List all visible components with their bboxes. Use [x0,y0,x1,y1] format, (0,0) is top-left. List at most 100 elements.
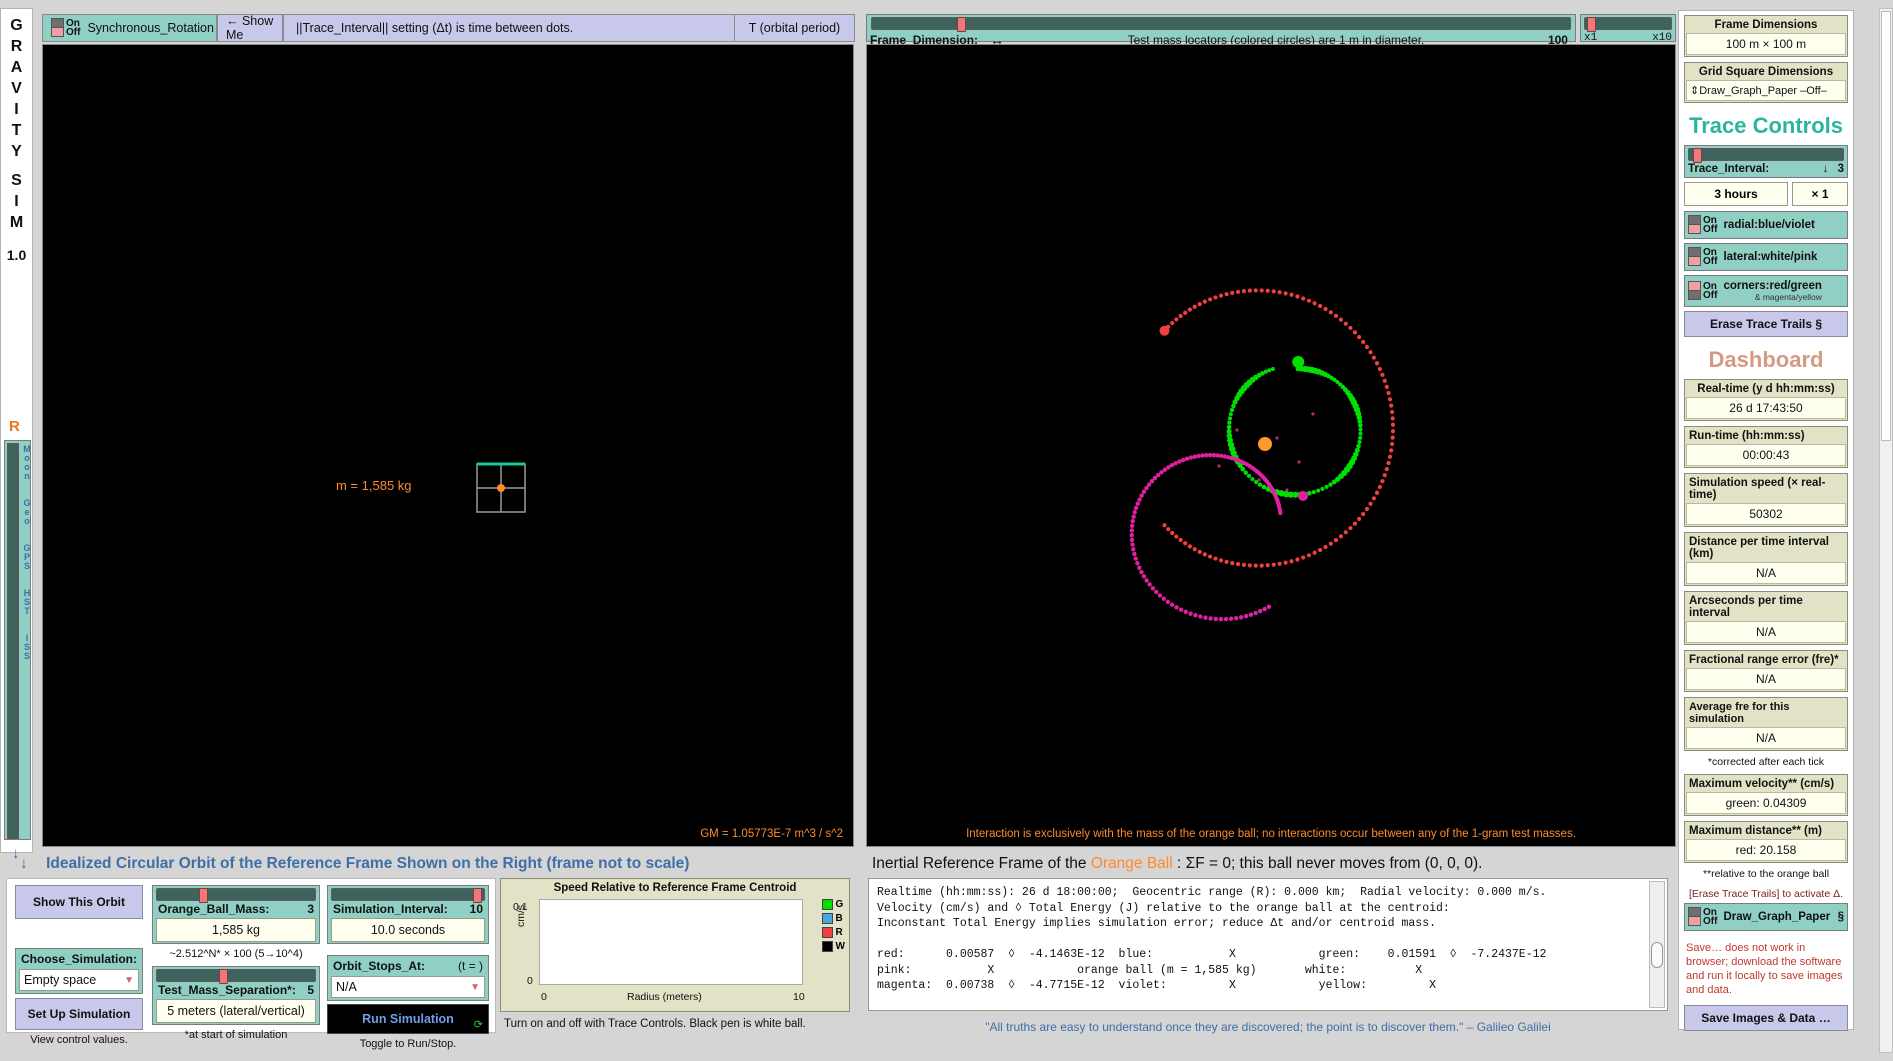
trace-interval-slider[interactable] [1688,148,1844,163]
inertial-frame-note: Interaction is exclusively with the mass… [966,828,1576,840]
trace-interval-thumb[interactable] [1693,148,1702,163]
dashboard-value: 26 d 17:43:50 [1686,397,1846,419]
orange-ball-mass-slider[interactable] [156,888,316,903]
chart-title: Speed Relative to Reference Frame Centro… [553,882,797,894]
frame-dimension-slider[interactable] [871,17,1571,32]
reference-frame-viewport[interactable]: m = 1,585 kg GM = 1.05773E-7 m^3 / s^2 [42,44,854,847]
dashboard-value: N/A [1686,621,1846,643]
trace-toggle-corners-label: corners:red/green [1723,279,1822,292]
save-warning: Save… does not work in browser; download… [1686,942,1843,996]
test-mass-separation-control[interactable]: Test_Mass_Separation*: 5 5 meters (later… [152,966,320,1025]
trace-toggle-lateral[interactable]: On Off lateral:white/pink [1684,243,1848,271]
orange-ball-mass-thumb[interactable] [199,888,208,903]
trace-interval-label: Trace_Interval: [1688,163,1770,175]
show-this-orbit-button[interactable]: Show This Orbit [15,885,143,919]
choose-simulation-label: Choose_Simulation: [21,952,138,966]
test-mass-separation-thumb[interactable] [219,969,228,984]
simulation-interval-control[interactable]: Simulation_Interval: 10 10.0 seconds [327,885,489,944]
dashboard-value: N/A [1686,562,1846,584]
grid-square-value[interactable]: ⇕Draw_Graph_Paper –Off– [1686,80,1846,101]
app-version: 1.0 [6,247,27,263]
frame-dimension-thumb[interactable] [957,17,966,32]
zoom-slider-thumb[interactable] [1587,17,1596,32]
app-title: GRAVITY SIM [9,17,24,231]
chevron-down-icon: ▼ [470,981,480,993]
inertial-frame-canvas [1129,288,1396,622]
run-simulation-button[interactable]: Run Simulation ⟳ [327,1004,489,1034]
toggle-onoff-labels: On Off [66,17,81,38]
toggle-switch-icon[interactable] [1688,247,1701,267]
orbit-stops-at-dropdown[interactable]: Orbit_Stops_At: (t = ) N/A ▼ [327,955,489,1001]
dashboard-value: 50302 [1686,503,1846,525]
orbit-altitude-slider[interactable]: Moon Geo GPS HST ISS [4,440,31,840]
save-images-data-button[interactable]: Save Images & Data … [1684,1005,1848,1031]
trace-interval-control[interactable]: Trace_Interval: ↓ 3 [1684,145,1848,178]
dashboard-value: red: 20.158 [1686,839,1846,861]
trace-toggle-radial[interactable]: On Off radial:blue/violet [1684,211,1848,239]
orbital-period-label: T (orbital period) [735,14,855,42]
right-title-accent: Orange Ball [1090,855,1173,872]
simulation-interval-slider[interactable] [331,888,485,903]
chart-xtick-min: 0 [541,991,547,1003]
console-scrollbar-thumb[interactable] [1651,942,1663,968]
orbit-stops-at-value[interactable]: N/A ▼ [331,976,485,998]
page-scrollbar[interactable] [1879,8,1893,1053]
toggle-switch-icon[interactable] [1688,215,1701,235]
inertial-frame-viewport[interactable]: Interaction is exclusively with the mass… [866,44,1676,847]
toggle-switch-icon[interactable] [1688,907,1701,927]
page-scrollbar-thumb[interactable] [1881,11,1891,441]
test-mass-separation-slider[interactable] [156,969,316,984]
synchronous-rotation-label: Synchronous_Rotation [87,21,214,35]
trace-toggle-corners[interactable]: On Off corners:red/green & magenta/yellow [1684,275,1848,307]
trace-interval-multiplier[interactable]: × 1 [1792,182,1848,206]
erase-trace-trails-button[interactable]: Erase Trace Trails § [1684,311,1848,337]
dashboard-label: Distance per time interval (km) [1689,536,1829,560]
orbit-altitude-labels: Moon Geo GPS HST ISS [21,445,33,679]
draw-graph-paper-toggle[interactable]: On Off Draw_Graph_Paper § [1684,903,1848,931]
rail-down-arrow: ↓ [12,845,20,862]
zoom-max-label: x10 [1652,32,1672,44]
orange-ball-mass-value: 1,585 kg [156,918,316,942]
zoom-slider[interactable] [1584,17,1672,32]
orange-ball-mass-control[interactable]: Orange_Ball_Mass: 3 1,585 kg [152,885,320,944]
erase-hint: [Erase Trace Trails] to activate Δ. [1688,888,1844,900]
run-simulation-note: Toggle to Run/Stop. [359,1038,457,1050]
orbit-label-geo: Geo [23,498,31,526]
telemetry-console-text: Realtime (hh:mm:ss): 26 d 18:00:00; Geoc… [877,886,1547,992]
legend-swatch-black [821,941,833,952]
frame-dimension-control[interactable]: Frame_Dimension: ↔ Test mass locators (c… [866,14,1576,48]
right-title-pre: Inertial Reference Frame of the [872,855,1091,872]
chart-legend: G B R W [821,899,845,955]
toggle-onoff-labels: On Off [1703,214,1718,235]
zoom-control[interactable]: x1 x10 [1580,14,1676,44]
chart-xlabel: Radius (meters) [627,991,702,1003]
orbit-label-gps: GPS [23,543,31,571]
dashboard-label: Fractional range error (fre)* [1689,654,1839,666]
toggle-switch-icon[interactable] [1688,281,1701,301]
view-control-values-note: View control values. [30,1034,128,1046]
chart-note: Turn on and off with Trace Controls. Bla… [504,1018,806,1030]
dashboard-item-maxvelocity: Maximum velocity** (cm/s) green: 0.04309 [1684,774,1848,816]
simulation-interval-thumb[interactable] [473,888,482,903]
dashboard-label: Arcseconds per time interval [1689,595,1803,619]
synchronous-rotation-toggle[interactable]: On Off Synchronous_Rotation [42,14,217,42]
simulation-interval-ticks: 10 [469,902,483,916]
orange-ball-mass-ticks: 3 [307,902,314,916]
dashboard-item-arcseconds: Arcseconds per time interval N/A [1684,591,1848,645]
orbit-stops-at-t: (t = ) [457,959,483,973]
test-mass-separation-value: 5 meters (lateral/vertical) [156,999,316,1023]
simulation-interval-label: Simulation_Interval: [333,902,448,916]
reference-frame-mass-label: m = 1,585 kg [336,478,412,493]
set-up-simulation-button[interactable]: Set Up Simulation [15,998,143,1030]
choose-simulation-dropdown[interactable]: Choose_Simulation: Empty space ▼ [15,948,143,994]
dashboard-item-fre: Fractional range error (fre)* N/A [1684,650,1848,692]
orbit-stops-at-caption: Orbit_Stops_At: (t = ) [331,958,485,976]
trace-interval-value[interactable]: 3 hours [1684,182,1788,206]
toggle-switch-icon[interactable] [51,18,64,38]
orbit-altitude-track[interactable] [7,443,19,839]
console-scrollbar[interactable] [1649,881,1665,1008]
trace-toggle-corners-sublabel: & magenta/yellow [1754,291,1822,302]
telemetry-console[interactable]: Realtime (hh:mm:ss): 26 d 18:00:00; Geoc… [868,878,1668,1011]
show-me-button[interactable]: ← Show Me [217,14,283,42]
choose-simulation-value[interactable]: Empty space ▼ [19,969,139,991]
